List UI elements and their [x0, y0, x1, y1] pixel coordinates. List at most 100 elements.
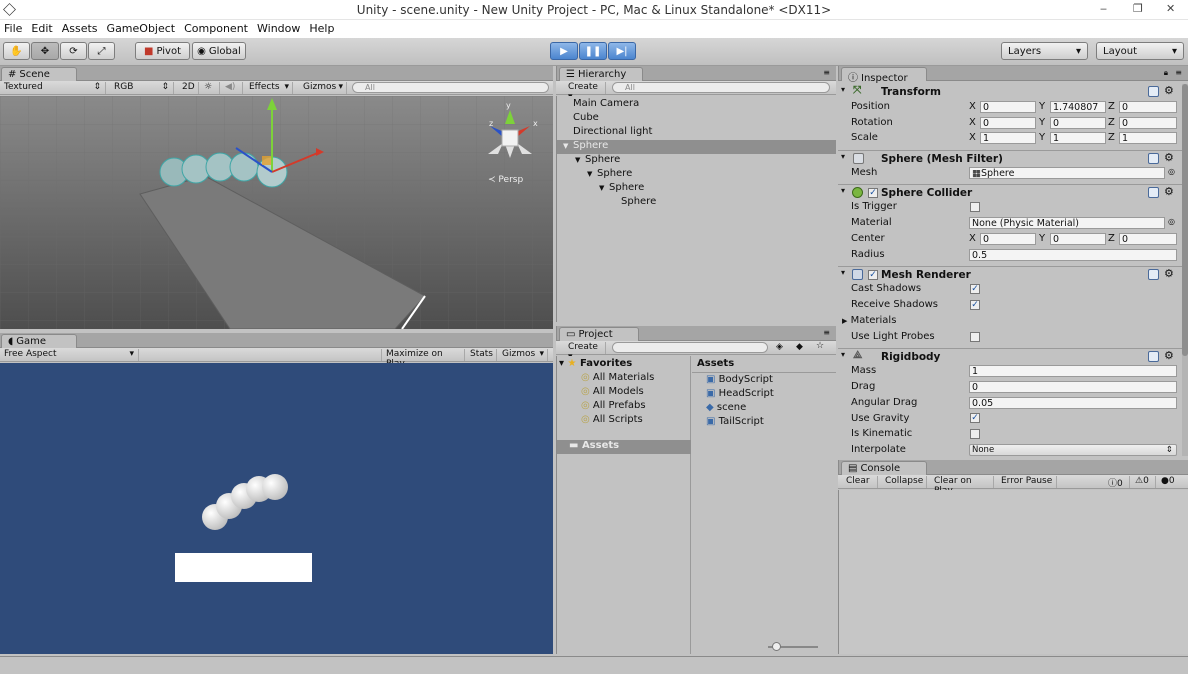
favorite-item[interactable]: ◎ All Models: [581, 386, 644, 400]
collider-enabled-checkbox[interactable]: ✓: [868, 188, 878, 198]
mass-field[interactable]: 1: [969, 365, 1177, 377]
panel-menu-icon[interactable]: ≡: [823, 68, 830, 77]
game-viewport[interactable]: [0, 363, 553, 654]
favorite-item[interactable]: ◎ All Prefabs: [581, 400, 646, 414]
angular-drag-field[interactable]: 0.05: [969, 397, 1177, 409]
menu-component[interactable]: Component: [180, 20, 253, 35]
receive-shadows-checkbox[interactable]: ✓: [970, 300, 980, 310]
draw-mode-dropdown[interactable]: Textured ⇕: [0, 82, 106, 94]
layers-dropdown[interactable]: Layers ▾: [1001, 42, 1088, 60]
favorite-item[interactable]: ◎ All Scripts: [581, 414, 643, 428]
effects-dropdown[interactable]: Effects ▾: [245, 82, 293, 94]
position-z-field[interactable]: 0: [1119, 101, 1177, 113]
menu-assets[interactable]: Assets: [58, 20, 103, 35]
console-warning-toggle[interactable]: ⚠0: [1131, 476, 1156, 488]
center-z-field[interactable]: 0: [1119, 233, 1177, 245]
help-book-icon[interactable]: [1148, 269, 1159, 280]
center-y-field[interactable]: 0: [1050, 233, 1106, 245]
menu-gameobject[interactable]: GameObject: [103, 20, 181, 35]
scene-viewport[interactable]: y z x ≺ Persp: [0, 96, 553, 329]
console-clear-on-play-toggle[interactable]: Clear on Play: [930, 476, 994, 496]
rotation-z-field[interactable]: 0: [1119, 117, 1177, 129]
gear-icon[interactable]: ⚙: [1164, 349, 1174, 362]
play-button[interactable]: ▶: [550, 42, 578, 60]
hierarchy-item[interactable]: ▼ Sphere: [557, 168, 836, 182]
hierarchy-item[interactable]: ▼ Sphere: [557, 154, 836, 168]
gear-icon[interactable]: ⚙: [1164, 267, 1174, 280]
gear-icon[interactable]: ⚙: [1164, 185, 1174, 198]
hierarchy-item[interactable]: Main Camera: [557, 98, 836, 112]
tab-console[interactable]: ▤ Console: [841, 461, 927, 475]
inspector-scroll-thumb[interactable]: [1182, 84, 1188, 356]
console-log-area[interactable]: [838, 490, 1188, 654]
object-picker-icon[interactable]: ◎: [1168, 217, 1175, 226]
hierarchy-create-dropdown[interactable]: Create ▾: [564, 82, 606, 102]
menu-window[interactable]: Window: [253, 20, 305, 35]
tag-icon[interactable]: ◆: [796, 342, 803, 352]
step-button[interactable]: ▶|: [608, 42, 636, 60]
gear-icon[interactable]: ⚙: [1164, 84, 1174, 97]
gear-icon[interactable]: ⚙: [1164, 151, 1174, 164]
cast-shadows-checkbox[interactable]: ✓: [970, 284, 980, 294]
position-y-field[interactable]: 1.740807: [1050, 101, 1106, 113]
rotation-x-field[interactable]: 0: [980, 117, 1036, 129]
sphere-collider-header[interactable]: ▾ ✓ Sphere Collider ⚙: [838, 184, 1188, 200]
lighting-toggle[interactable]: ☼: [200, 82, 220, 94]
transform-header[interactable]: ▾ ⤧ Transform ⚙: [838, 84, 1188, 100]
pause-button[interactable]: ❚❚: [579, 42, 607, 60]
layout-dropdown[interactable]: Layout ▾: [1096, 42, 1184, 60]
console-clear-button[interactable]: Clear: [842, 476, 878, 488]
lock-icon[interactable]: 🔒︎: [1164, 68, 1168, 78]
help-book-icon[interactable]: [1148, 153, 1159, 164]
console-info-toggle[interactable]: ⓘ0: [1104, 476, 1130, 489]
asset-item[interactable]: ▣ TailScript: [706, 416, 764, 430]
console-error-toggle[interactable]: ●0: [1157, 476, 1185, 488]
renderer-enabled-checkbox[interactable]: ✓: [868, 270, 878, 280]
favorites-header[interactable]: ▾ ★ Favorites: [559, 358, 632, 372]
pivot-button[interactable]: ■ Pivot: [135, 42, 190, 60]
hierarchy-item[interactable]: Sphere: [557, 196, 836, 210]
menu-file[interactable]: File: [0, 20, 27, 35]
help-book-icon[interactable]: [1148, 351, 1159, 362]
panel-menu-icon[interactable]: ≡: [823, 328, 830, 337]
asset-item[interactable]: ▣ HeadScript: [706, 388, 774, 402]
tab-inspector[interactable]: ⓘ Inspector: [841, 67, 927, 84]
hierarchy-item[interactable]: ▼ Sphere: [557, 182, 836, 196]
tab-hierarchy[interactable]: ☰ Hierarchy: [559, 67, 643, 81]
rotation-y-field[interactable]: 0: [1050, 117, 1106, 129]
hierarchy-item[interactable]: ▼ Sphere: [557, 140, 836, 154]
audio-toggle[interactable]: ◀): [221, 82, 243, 94]
project-create-dropdown[interactable]: Create ▾: [564, 342, 606, 362]
star-icon[interactable]: ☆: [816, 341, 824, 351]
object-picker-icon[interactable]: ◎: [1168, 167, 1175, 176]
collider-material-field[interactable]: None (Physic Material): [969, 217, 1165, 229]
menu-help[interactable]: Help: [305, 20, 339, 35]
scale-z-field[interactable]: 1: [1119, 132, 1177, 144]
global-button[interactable]: ◉ Global: [192, 42, 246, 60]
tab-project[interactable]: ▭ Project: [559, 327, 639, 341]
asset-item[interactable]: ▣ BodyScript: [706, 374, 773, 388]
console-collapse-toggle[interactable]: Collapse: [881, 476, 927, 488]
console-error-pause-toggle[interactable]: Error Pause: [997, 476, 1057, 488]
scale-x-field[interactable]: 1: [980, 132, 1036, 144]
radius-field[interactable]: 0.5: [969, 249, 1177, 261]
menu-edit[interactable]: Edit: [27, 20, 57, 35]
use-gravity-checkbox[interactable]: ✓: [970, 413, 980, 423]
scale-y-field[interactable]: 1: [1050, 132, 1106, 144]
close-button[interactable]: ✕: [1166, 2, 1175, 15]
mesh-renderer-header[interactable]: ▾ ✓ Mesh Renderer ⚙: [838, 266, 1188, 282]
inspector-scrollbar[interactable]: [1182, 84, 1188, 456]
projection-label[interactable]: ≺ Persp: [488, 175, 523, 185]
2d-toggle[interactable]: 2D: [178, 82, 199, 94]
hierarchy-item[interactable]: Directional light: [557, 126, 836, 140]
stats-toggle[interactable]: Stats: [466, 349, 497, 361]
rigidbody-header[interactable]: ▾ ⟁ Rigidbody ⚙: [838, 348, 1188, 364]
materials-foldout[interactable]: ▶ Materials: [842, 315, 896, 326]
scene-gizmos-dropdown[interactable]: Gizmos ▾: [299, 82, 347, 94]
scene-search-input[interactable]: All: [352, 82, 549, 93]
is-kinematic-checkbox[interactable]: [970, 429, 980, 439]
help-book-icon[interactable]: [1148, 187, 1159, 198]
minimize-button[interactable]: ‒: [1100, 2, 1107, 15]
assets-folder-selected[interactable]: ▬ Assets: [557, 440, 691, 454]
drag-field[interactable]: 0: [969, 381, 1177, 393]
